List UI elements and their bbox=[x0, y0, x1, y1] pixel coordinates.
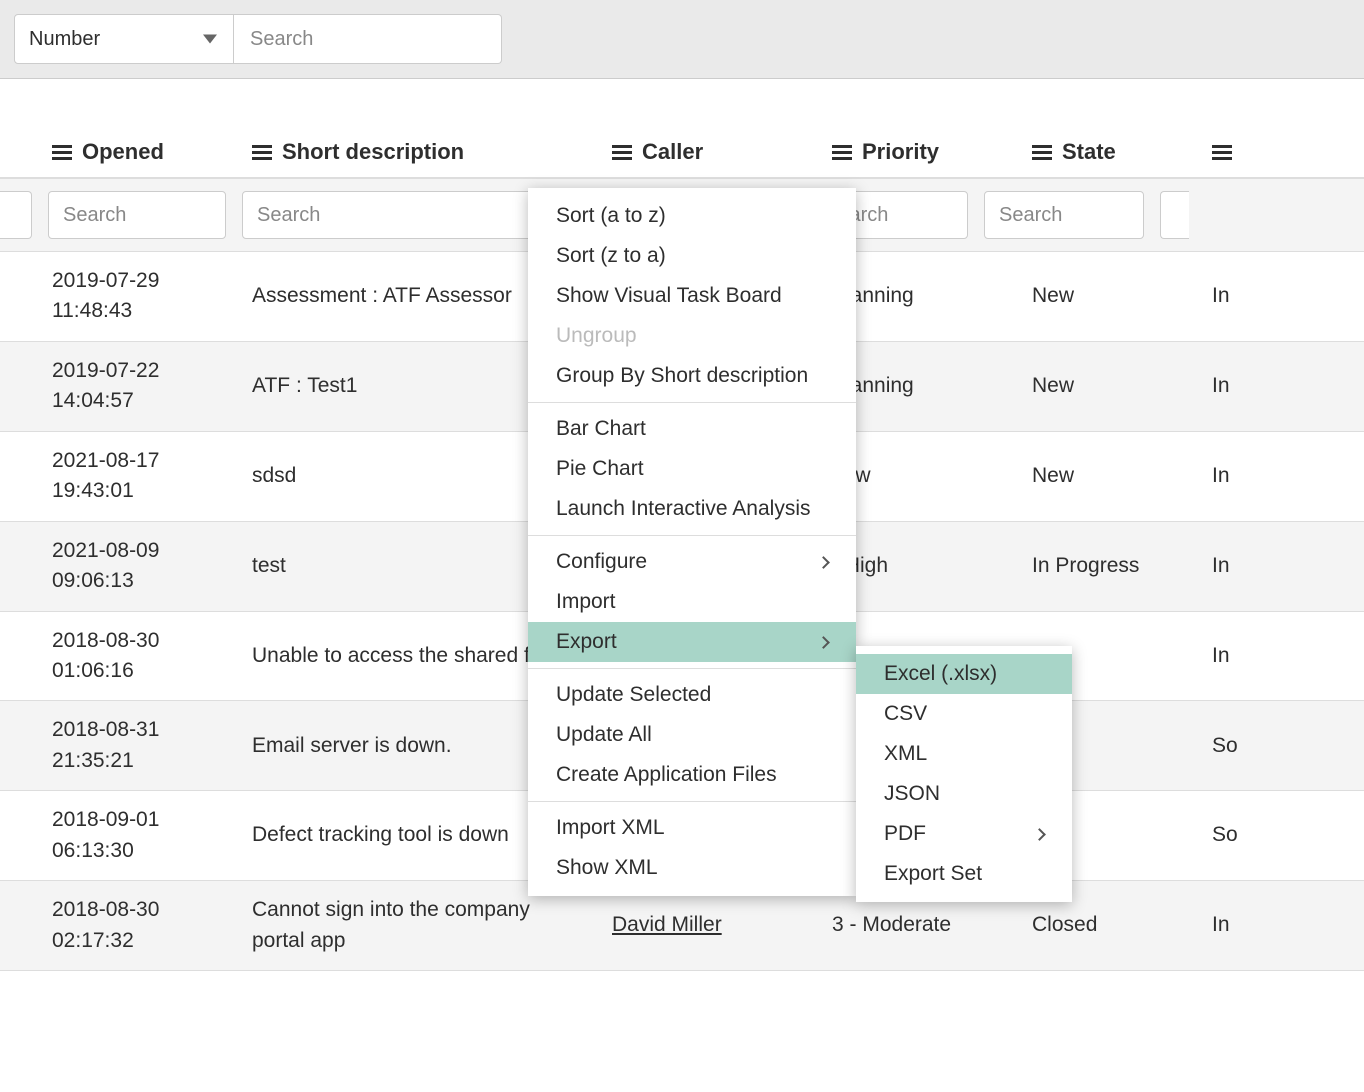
filter-input-state[interactable]: Search bbox=[984, 191, 1144, 239]
cell-opened: 2021-08-1719:43:01 bbox=[40, 432, 240, 521]
menu-create-application-files[interactable]: Create Application Files bbox=[528, 755, 856, 795]
column-header-opened[interactable]: Opened bbox=[40, 139, 240, 165]
cell-next-column: In bbox=[1200, 896, 1260, 954]
hamburger-icon bbox=[1212, 145, 1232, 160]
menu-update-all[interactable]: Update All bbox=[528, 715, 856, 755]
caller-link[interactable]: David Miller bbox=[612, 913, 722, 936]
menu-separator bbox=[528, 402, 856, 403]
filter-field-select[interactable]: Number bbox=[14, 14, 234, 64]
filter-field-value: Number bbox=[29, 28, 100, 51]
cell-opened: 2018-08-3002:17:32 bbox=[40, 881, 240, 970]
cell-caller[interactable]: David Miller bbox=[600, 896, 820, 954]
export-submenu: Excel (.xlsx) CSV XML JSON PDF Export Se… bbox=[856, 646, 1072, 902]
submenu-excel[interactable]: Excel (.xlsx) bbox=[856, 654, 1072, 694]
menu-sort-az[interactable]: Sort (a to z) bbox=[528, 196, 856, 236]
chevron-right-icon bbox=[817, 556, 830, 569]
menu-sort-za[interactable]: Sort (z to a) bbox=[528, 236, 856, 276]
menu-bar-chart[interactable]: Bar Chart bbox=[528, 409, 856, 449]
menu-separator bbox=[528, 668, 856, 669]
search-input[interactable]: Search bbox=[234, 14, 502, 64]
cell-priority: 3 - Moderate bbox=[820, 896, 1020, 954]
cell-state: In Progress bbox=[1020, 537, 1200, 595]
submenu-pdf[interactable]: PDF bbox=[856, 814, 1072, 854]
menu-configure[interactable]: Configure bbox=[528, 542, 856, 582]
submenu-csv[interactable]: CSV bbox=[856, 694, 1072, 734]
menu-export[interactable]: Export bbox=[528, 622, 856, 662]
chevron-right-icon bbox=[817, 636, 830, 649]
filter-input-opened[interactable]: Search bbox=[48, 191, 226, 239]
top-filter-bar: Number Search bbox=[0, 0, 1364, 79]
submenu-json[interactable]: JSON bbox=[856, 774, 1072, 814]
filter-input-trailing[interactable] bbox=[1160, 191, 1189, 239]
cell-next-column: In bbox=[1200, 447, 1260, 505]
filter-input-leading[interactable] bbox=[0, 191, 32, 239]
column-label: Caller bbox=[642, 139, 703, 165]
column-header-priority[interactable]: Priority bbox=[820, 139, 1020, 165]
cell-next-column: So bbox=[1200, 717, 1260, 775]
column-label: Opened bbox=[82, 139, 164, 165]
menu-group-by[interactable]: Group By Short description bbox=[528, 356, 856, 396]
menu-show-xml[interactable]: Show XML bbox=[528, 848, 856, 888]
cell-opened: 2018-08-3121:35:21 bbox=[40, 701, 240, 790]
cell-next-column: In bbox=[1200, 357, 1260, 415]
cell-state: New bbox=[1020, 267, 1200, 325]
hamburger-icon bbox=[52, 145, 72, 160]
cell-opened: 2018-09-0106:13:30 bbox=[40, 791, 240, 880]
search-placeholder: Search bbox=[250, 28, 313, 51]
chevron-right-icon bbox=[1033, 828, 1046, 841]
cell-opened: 2019-07-2214:04:57 bbox=[40, 342, 240, 431]
caret-down-icon bbox=[203, 35, 217, 44]
cell-next-column: So bbox=[1200, 806, 1260, 864]
cell-opened: 2018-08-3001:06:16 bbox=[40, 612, 240, 701]
menu-import-xml[interactable]: Import XML bbox=[528, 808, 856, 848]
menu-separator bbox=[528, 801, 856, 802]
menu-show-visual-task-board[interactable]: Show Visual Task Board bbox=[528, 276, 856, 316]
hamburger-icon bbox=[832, 145, 852, 160]
menu-pie-chart[interactable]: Pie Chart bbox=[528, 449, 856, 489]
hamburger-icon bbox=[612, 145, 632, 160]
submenu-export-set[interactable]: Export Set bbox=[856, 854, 1072, 894]
menu-launch-interactive-analysis[interactable]: Launch Interactive Analysis bbox=[528, 489, 856, 529]
column-label: Short description bbox=[282, 139, 464, 165]
cell-opened: 2019-07-2911:48:43 bbox=[40, 252, 240, 341]
column-header-state[interactable]: State bbox=[1020, 139, 1200, 165]
cell-next-column: In bbox=[1200, 627, 1260, 685]
table-header-row: Opened Short description Caller Priority… bbox=[0, 139, 1364, 179]
cell-opened: 2021-08-0909:06:13 bbox=[40, 522, 240, 611]
cell-state: Closed bbox=[1020, 896, 1200, 954]
column-header-next[interactable] bbox=[1200, 139, 1260, 165]
cell-state: New bbox=[1020, 447, 1200, 505]
column-header-caller[interactable]: Caller bbox=[600, 139, 820, 165]
cell-next-column: In bbox=[1200, 267, 1260, 325]
cell-state: New bbox=[1020, 357, 1200, 415]
menu-ungroup: Ungroup bbox=[528, 316, 856, 356]
column-header-short-description[interactable]: Short description bbox=[240, 139, 600, 165]
submenu-xml[interactable]: XML bbox=[856, 734, 1072, 774]
menu-import[interactable]: Import bbox=[528, 582, 856, 622]
cell-next-column: In bbox=[1200, 537, 1260, 595]
context-menu: Sort (a to z) Sort (z to a) Show Visual … bbox=[528, 188, 856, 896]
column-label: State bbox=[1062, 139, 1116, 165]
menu-separator bbox=[528, 535, 856, 536]
hamburger-icon bbox=[252, 145, 272, 160]
hamburger-icon bbox=[1032, 145, 1052, 160]
menu-update-selected[interactable]: Update Selected bbox=[528, 675, 856, 715]
column-label: Priority bbox=[862, 139, 939, 165]
